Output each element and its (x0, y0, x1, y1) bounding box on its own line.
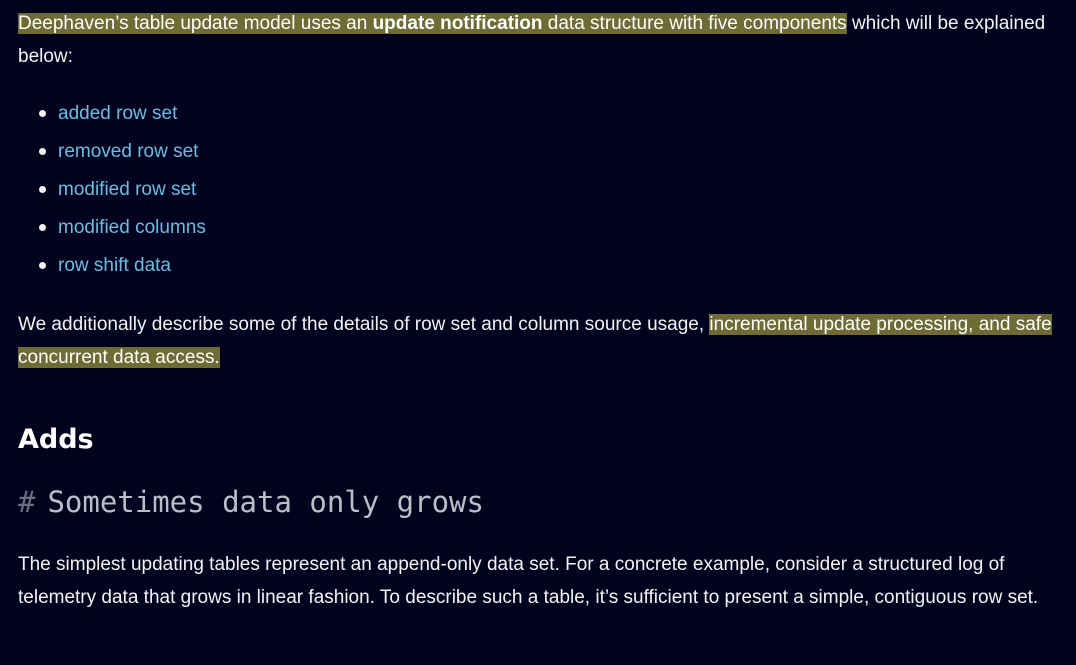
bullet-icon (39, 262, 46, 269)
section-heading: Adds (18, 424, 94, 455)
components-list: added row set removed row set modified r… (18, 95, 206, 285)
bullet-icon (39, 148, 46, 155)
link-removed-row-set[interactable]: removed row set (58, 141, 198, 162)
bullet-icon (39, 186, 46, 193)
intro-highlight-text-start: Deephaven’s table update model uses an (18, 13, 373, 34)
link-added-row-set[interactable]: added row set (58, 103, 177, 124)
detail-paragraph: We additionally describe some of the det… (18, 308, 1063, 374)
bullet-icon (39, 224, 46, 231)
list-item: added row set (39, 95, 206, 133)
list-item: modified columns (39, 209, 206, 247)
link-modified-row-set[interactable]: modified row set (58, 179, 196, 200)
subheading-text: Sometimes data only grows (47, 485, 484, 519)
detail-plain-text: We additionally describe some of the det… (18, 314, 710, 335)
bullet-icon (39, 110, 46, 117)
bold-term-update-notification: update notification (372, 13, 543, 34)
section-subheading: # Sometimes data only grows (18, 480, 484, 524)
list-item: row shift data (39, 247, 206, 285)
section-paragraph: The simplest updating tables represent a… (18, 554, 1039, 608)
list-item: modified row set (39, 171, 206, 209)
list-item: removed row set (39, 133, 206, 171)
anchor-hash-link[interactable]: # (18, 485, 35, 519)
intro-highlight-text-end: data structure with five components (542, 13, 847, 34)
link-modified-columns[interactable]: modified columns (58, 217, 206, 238)
link-row-shift-data[interactable]: row shift data (58, 255, 171, 276)
intro-highlight: Deephaven’s table update model uses an u… (18, 13, 847, 34)
intro-paragraph: Deephaven’s table update model uses an u… (18, 7, 1063, 73)
